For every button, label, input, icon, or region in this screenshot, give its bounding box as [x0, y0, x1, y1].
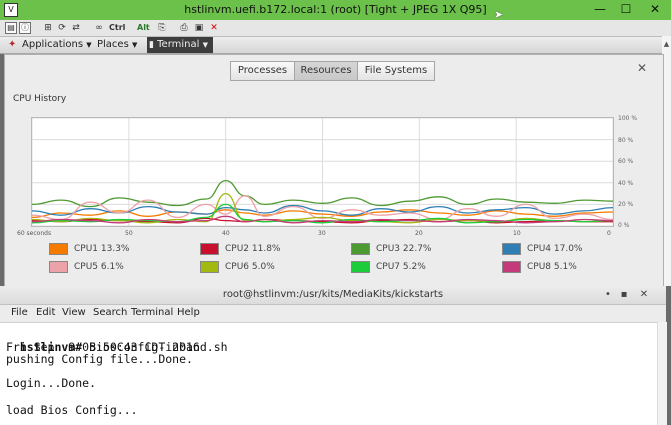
legend-label: CPU7 5.2% — [376, 262, 426, 272]
vnc-connection-info-icon[interactable]: ⓘ — [19, 22, 31, 34]
terminal-menu-file[interactable]: File — [11, 307, 28, 318]
legend-swatch[interactable] — [49, 261, 68, 273]
terminal-menu-help[interactable]: Help — [177, 307, 200, 318]
y-tick-label: 80 % — [618, 137, 634, 144]
vnc-ctrl-key-button[interactable]: Ctrl — [109, 22, 125, 34]
x-tick-label: 0 — [607, 230, 611, 237]
legend-label: CPU8 5.1% — [527, 262, 577, 272]
legend-label: CPU2 11.8% — [225, 244, 281, 254]
scroll-up-arrow-icon[interactable]: ▲ — [662, 40, 671, 50]
y-tick-label: 100 % — [618, 115, 638, 122]
legend-label: CPU5 6.1% — [74, 262, 124, 272]
vnc-request-refresh-icon[interactable]: ⟳ — [56, 22, 68, 34]
terminal-menu-terminal[interactable]: Terminal — [131, 307, 173, 318]
y-tick-label: 0 % — [618, 222, 630, 229]
terminal-title: root@hstlinvm:/usr/kits/MediaKits/kickst… — [222, 289, 444, 300]
cpu-history-chart — [32, 118, 613, 226]
chevron-down-icon: ▼ — [131, 41, 138, 49]
terminal-menu-view[interactable]: View — [62, 307, 86, 318]
x-tick-label: 10 — [513, 230, 521, 237]
vnc-connection-options-icon[interactable]: ▤ — [5, 22, 17, 34]
terminal-menu-search[interactable]: Search — [93, 307, 127, 318]
x-tick-label: 50 — [125, 230, 133, 237]
terminal-menu-edit[interactable]: Edit — [36, 307, 55, 318]
x-tick-label: 30 — [318, 230, 326, 237]
legend-swatch[interactable] — [502, 243, 521, 255]
legend-label: CPU6 5.0% — [225, 262, 275, 272]
terminal-output-line: load Bios Config... — [6, 403, 138, 417]
legend-swatch[interactable] — [351, 243, 370, 255]
vnc-maximize-button[interactable]: ☐ — [613, 0, 639, 18]
cpu-history-heading: CPU History — [13, 94, 67, 104]
legend-swatch[interactable] — [351, 261, 370, 273]
cpu-history-graph — [31, 117, 614, 227]
tab-processes[interactable]: Processes — [230, 61, 295, 81]
applications-menu[interactable]: Applications ▼ — [22, 38, 92, 52]
legend-swatch[interactable] — [49, 243, 68, 255]
legend-label: CPU1 13.3% — [74, 244, 130, 254]
terminal-close-button[interactable]: ✕ — [636, 287, 652, 303]
vnc-alt-key-button[interactable]: Alt — [137, 22, 150, 34]
terminal-minimize-button[interactable]: • — [600, 287, 616, 303]
legend-label: CPU4 17.0% — [527, 244, 583, 254]
chevron-down-icon: ▼ — [202, 41, 208, 49]
tab-file-systems[interactable]: File Systems — [357, 61, 435, 81]
vnc-send-ctrl-icon[interactable]: ∞ — [93, 22, 105, 34]
vnc-window-title: hstlinvm.uefi.b172.local:1 (root) [Tight… — [184, 3, 487, 16]
vnc-save-icon[interactable]: ▣ — [193, 22, 205, 34]
vnc-app-icon: V — [4, 3, 18, 17]
vnc-disconnect-icon[interactable]: ✕ — [208, 22, 220, 34]
vnc-close-button[interactable]: ✕ — [642, 0, 668, 18]
terminal-output-line: pushing Config file...Done. — [6, 352, 193, 366]
taskbar-terminal-label: Terminal — [157, 39, 200, 50]
tab-resources[interactable]: Resources — [294, 61, 358, 81]
x-tick-label: 40 — [222, 230, 230, 237]
y-tick-label: 20 % — [618, 201, 634, 208]
chevron-down-icon: ▼ — [86, 41, 92, 49]
legend-label: CPU3 22.7% — [376, 244, 432, 254]
vnc-transfer-files-icon[interactable]: ⎘ — [156, 22, 168, 34]
terminal-icon: ▮ — [149, 40, 154, 50]
applications-menu-icon: ✦ — [8, 39, 17, 50]
terminal-output-line: Login...Done. — [6, 376, 97, 390]
vnc-new-connection-icon[interactable]: ⎙ — [178, 22, 190, 34]
applications-menu-label: Applications — [22, 39, 84, 50]
taskbar-terminal-button[interactable]: ▮ Terminal ▼ — [147, 37, 213, 53]
legend-swatch[interactable] — [200, 261, 219, 273]
x-tick-label: 60 seconds — [17, 230, 52, 237]
places-menu-label: Places — [97, 39, 129, 50]
y-tick-label: 40 % — [618, 180, 634, 187]
y-tick-label: 60 % — [618, 158, 634, 165]
vnc-minimize-button[interactable]: — — [587, 0, 613, 18]
legend-swatch[interactable] — [200, 243, 219, 255]
legend-swatch[interactable] — [502, 261, 521, 273]
system-monitor-close-button[interactable]: ✕ — [635, 60, 649, 76]
mouse-cursor-icon: ➤ — [494, 8, 504, 21]
x-tick-label: 20 — [415, 230, 423, 237]
terminal-scrollbar[interactable] — [657, 322, 667, 425]
terminal-maximize-button[interactable]: ▪ — [616, 287, 632, 303]
vnc-full-screen-icon[interactable]: ⊞ — [42, 22, 54, 34]
vnc-ctrl-alt-del-icon[interactable]: ⇄ — [70, 22, 82, 34]
places-menu[interactable]: Places ▼ — [97, 38, 137, 52]
